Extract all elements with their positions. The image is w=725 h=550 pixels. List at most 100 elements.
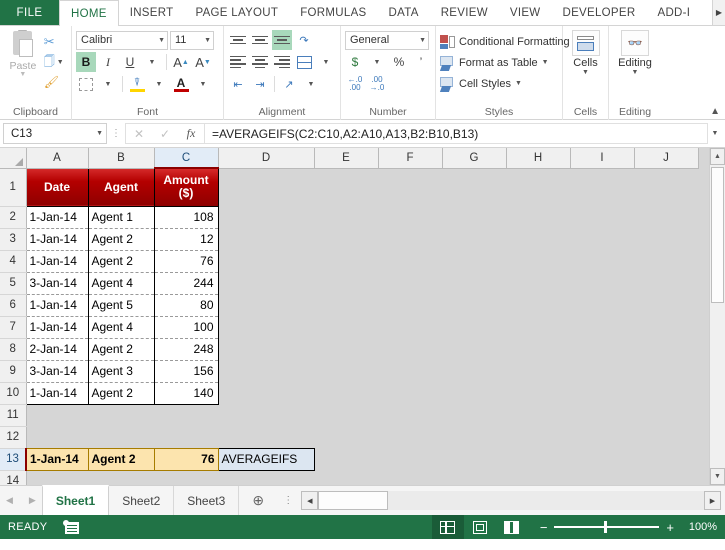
chevron-down-icon[interactable]: ▼ [567, 69, 604, 76]
scroll-right-icon[interactable]: ▶ [704, 491, 721, 510]
cell-d2[interactable] [218, 206, 314, 228]
cell-g1[interactable] [442, 168, 506, 206]
format-painter-button[interactable]: 🖌 [42, 72, 67, 92]
collapse-ribbon-icon[interactable]: ▲ [710, 106, 720, 117]
cell-e10[interactable] [314, 382, 378, 404]
cell-e9[interactable] [314, 360, 378, 382]
font-name-input[interactable]: Calibri ▼ [76, 30, 168, 50]
cell-h6[interactable] [506, 294, 570, 316]
font-color-chevron-down-icon[interactable]: ▼ [193, 74, 213, 94]
cell-d11[interactable] [218, 404, 314, 426]
cell-f5[interactable] [378, 272, 442, 294]
cell-i14[interactable] [570, 470, 634, 485]
cell-j12[interactable] [634, 426, 698, 448]
cell-j1[interactable] [634, 168, 698, 206]
cell-i7[interactable] [570, 316, 634, 338]
cell-e7[interactable] [314, 316, 378, 338]
cell-a7[interactable]: 1-Jan-14 [25, 316, 89, 339]
row-header-11[interactable]: 11 [0, 404, 27, 427]
chevron-down-icon[interactable]: ▼ [416, 37, 426, 44]
cell-a12[interactable] [26, 426, 88, 448]
cell-e6[interactable] [314, 294, 378, 316]
zoom-out-icon[interactable]: − [540, 520, 548, 535]
cell-i9[interactable] [570, 360, 634, 382]
cell-j7[interactable] [634, 316, 698, 338]
tab-insert[interactable]: INSERT [119, 0, 185, 25]
column-header-h[interactable]: H [506, 148, 571, 169]
cell-e1[interactable] [314, 168, 378, 206]
cell-j6[interactable] [634, 294, 698, 316]
cell-d8[interactable] [218, 338, 314, 360]
cell-h10[interactable] [506, 382, 570, 404]
cell-a5[interactable]: 3-Jan-14 [25, 272, 89, 295]
cell-e12[interactable] [314, 426, 378, 448]
cell-e4[interactable] [314, 250, 378, 272]
cell-f12[interactable] [378, 426, 442, 448]
decrease-indent-button[interactable]: ⇤ [228, 74, 248, 94]
add-sheet-icon[interactable]: ⊕ [239, 486, 277, 515]
row-header-10[interactable]: 10 [0, 382, 27, 405]
tab-page-layout[interactable]: PAGE LAYOUT [184, 0, 289, 25]
cell-f8[interactable] [378, 338, 442, 360]
column-header-a[interactable]: A [26, 148, 89, 169]
cell-c7[interactable]: 100 [153, 316, 219, 339]
cell-i6[interactable] [570, 294, 634, 316]
row-header-6[interactable]: 6 [0, 294, 27, 317]
orientation-button[interactable]: ↷ [294, 30, 314, 50]
cell-h3[interactable] [506, 228, 570, 250]
chevron-down-icon[interactable]: ▼ [542, 59, 549, 66]
cell-g8[interactable] [442, 338, 506, 360]
cell-a2[interactable]: 1-Jan-14 [25, 206, 89, 229]
cell-i1[interactable] [570, 168, 634, 206]
row-header-5[interactable]: 5 [0, 272, 27, 295]
cell-d6[interactable] [218, 294, 314, 316]
cell-a8[interactable]: 2-Jan-14 [25, 338, 89, 361]
expand-formula-bar-icon[interactable]: ▼ [708, 130, 722, 137]
tab-overflow-right-icon[interactable]: ▶ [712, 0, 725, 25]
column-header-c[interactable]: C [154, 148, 219, 169]
cell-a4[interactable]: 1-Jan-14 [25, 250, 89, 273]
tab-data[interactable]: DATA [378, 0, 430, 25]
cells-button[interactable]: Cells ▼ [567, 29, 604, 76]
cell-f1[interactable] [378, 168, 442, 206]
cell-c4[interactable]: 76 [153, 250, 219, 273]
cell-i2[interactable] [570, 206, 634, 228]
page-layout-view-button[interactable] [464, 515, 496, 539]
cell-c3[interactable]: 12 [153, 228, 219, 251]
sheet-tab-sheet3[interactable]: Sheet3 [174, 486, 240, 515]
cell-f11[interactable] [378, 404, 442, 426]
cell-j5[interactable] [634, 272, 698, 294]
cell-i3[interactable] [570, 228, 634, 250]
zoom-in-icon[interactable]: + [666, 520, 674, 535]
column-header-d[interactable]: D [218, 148, 315, 169]
cell-d10[interactable] [218, 382, 314, 404]
cell-i10[interactable] [570, 382, 634, 404]
chevron-down-icon[interactable]: ▼ [201, 37, 211, 44]
conditional-formatting-button[interactable]: Conditional Formatting ▼ [440, 31, 581, 52]
cell-b8[interactable]: Agent 2 [87, 338, 155, 361]
wrap-text-button[interactable]: ↗ [279, 74, 299, 94]
previous-sheet-icon[interactable]: ◀ [6, 495, 13, 506]
cell-e3[interactable] [314, 228, 378, 250]
chevron-down-icon[interactable]: ▼ [515, 80, 522, 87]
cell-j14[interactable] [634, 470, 698, 485]
cell-f7[interactable] [378, 316, 442, 338]
decrease-font-size-button[interactable]: A ▼ [193, 52, 213, 72]
cell-b5[interactable]: Agent 4 [87, 272, 155, 295]
cell-b7[interactable]: Agent 4 [87, 316, 155, 339]
cell-f6[interactable] [378, 294, 442, 316]
font-size-input[interactable]: 11 ▼ [170, 30, 214, 50]
percent-format-button[interactable]: % [389, 52, 409, 72]
name-box[interactable]: C13 ▼ [3, 123, 107, 144]
row-header-4[interactable]: 4 [0, 250, 27, 273]
tab-review[interactable]: REVIEW [430, 0, 499, 25]
cell-h7[interactable] [506, 316, 570, 338]
fill-color-button[interactable]: ⍒ [127, 74, 147, 94]
cell-d13[interactable]: AVERAGEIFS [217, 447, 315, 471]
next-sheet-icon[interactable]: ▶ [29, 495, 36, 506]
cell-g4[interactable] [442, 250, 506, 272]
align-top-button[interactable] [228, 30, 248, 50]
column-header-g[interactable]: G [442, 148, 507, 169]
cell-j4[interactable] [634, 250, 698, 272]
wrap-chevron-down-icon[interactable]: ▼ [301, 74, 321, 94]
